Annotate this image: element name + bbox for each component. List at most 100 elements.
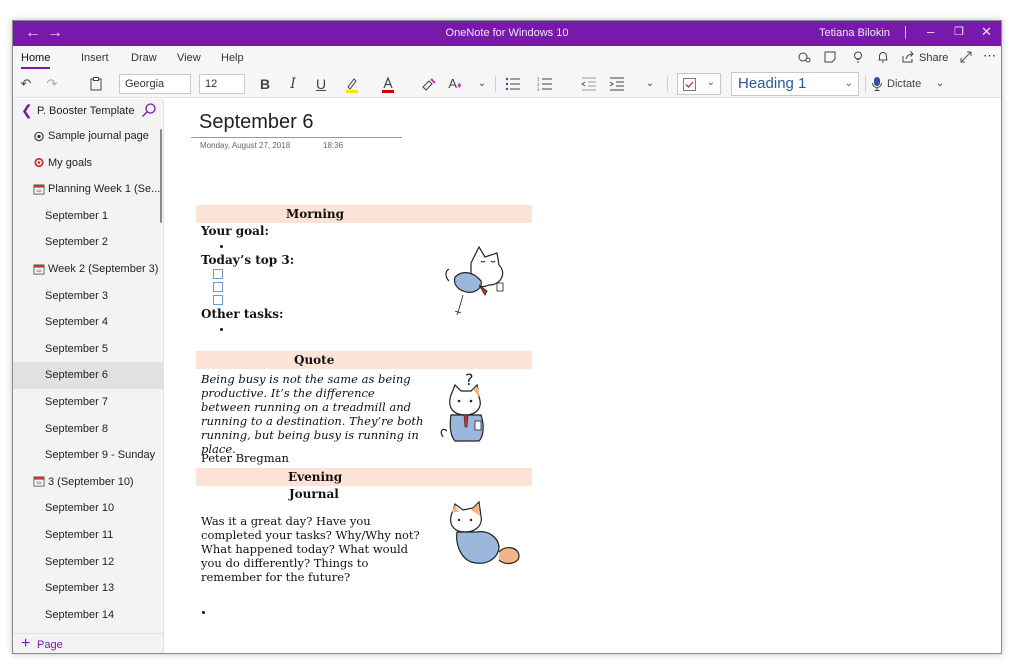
page-list-item[interactable]: September 2: [13, 229, 163, 256]
formatting-toolbar: ↶ ↷ Georgia 12 B I U A♦ ⌄ 123 ⌄ ⌄ Headin…: [13, 70, 1001, 98]
bold-button[interactable]: B: [257, 74, 273, 94]
page-list-item[interactable]: 3 (September 10): [13, 469, 163, 496]
tab-draw[interactable]: Draw: [131, 52, 157, 64]
lightbulb-icon[interactable]: [851, 50, 865, 64]
dictate-button[interactable]: Dictate: [887, 74, 921, 94]
page-list-item-label: September 9 - Sunday: [45, 449, 156, 462]
journal-prompt[interactable]: Was it a great day? Have you completed y…: [201, 514, 431, 584]
morning-header-label: Morning: [286, 207, 345, 221]
font-color-icon[interactable]: [379, 76, 397, 94]
todo-checkbox-1[interactable]: [213, 269, 223, 279]
page-list-item[interactable]: September 5: [13, 336, 163, 363]
page-list-item[interactable]: September 7: [13, 389, 163, 416]
quote-author[interactable]: Peter Bregman: [201, 451, 289, 465]
tab-insert[interactable]: Insert: [81, 52, 109, 64]
page-list-item-label: September 1: [45, 209, 108, 222]
share-button[interactable]: Share: [919, 52, 948, 64]
page-list-item-label: 3 (September 10): [48, 475, 134, 488]
page-list-item[interactable]: September 4: [13, 309, 163, 336]
decrease-indent-icon[interactable]: [581, 77, 597, 91]
quote-text[interactable]: Being busy is not the same as being prod…: [201, 372, 426, 456]
more-formatting-chevron-icon[interactable]: ⌄: [475, 74, 489, 94]
tab-help[interactable]: Help: [221, 52, 244, 64]
notebook-header: ❮ P. Booster Template: [13, 99, 163, 123]
page-list-scrollbar[interactable]: [160, 129, 162, 223]
bell-icon[interactable]: [876, 50, 890, 64]
clipboard-icon[interactable]: [89, 77, 103, 91]
todo-checkbox-3[interactable]: [213, 295, 223, 305]
highlight-icon[interactable]: [343, 76, 361, 94]
restore-icon[interactable]: ❐: [954, 24, 964, 40]
numbered-list-icon[interactable]: 123: [537, 77, 553, 91]
page-list-item[interactable]: My goals: [13, 150, 163, 177]
page-canvas[interactable]: September 6 Monday, August 27, 2018 18:3…: [165, 99, 1001, 653]
back-chevron-icon[interactable]: ❮: [21, 102, 33, 119]
add-page-button[interactable]: + Page: [13, 633, 163, 653]
svg-text:3: 3: [537, 87, 540, 91]
close-icon[interactable]: ✕: [981, 24, 992, 40]
other-tasks-label[interactable]: Other tasks:: [201, 307, 283, 321]
more-paragraph-chevron-icon[interactable]: ⌄: [643, 74, 657, 94]
underline-button[interactable]: U: [313, 74, 329, 94]
page-list-item[interactable]: September 8: [13, 416, 163, 443]
search-icon[interactable]: [141, 102, 157, 118]
undo-icon[interactable]: ↶: [17, 74, 35, 94]
gear-icon: [34, 131, 44, 141]
page-list: Sample journal page My goals Planning Week…: [13, 123, 163, 628]
confused-cat-illustration: ?: [440, 371, 484, 442]
calendar-icon: [33, 476, 45, 487]
share-icon[interactable]: [901, 50, 915, 64]
font-size-field[interactable]: 12: [199, 74, 245, 94]
bullet-list-icon[interactable]: [505, 77, 521, 91]
page-title[interactable]: September 6: [199, 111, 314, 134]
toolbar-divider: [667, 76, 668, 92]
page-list-item[interactable]: Planning Week 1 (Se...: [13, 176, 163, 203]
page-list-item[interactable]: Week 2 (September 3): [13, 256, 163, 283]
notebook-name[interactable]: P. Booster Template: [37, 105, 134, 117]
top-three-label[interactable]: Today’s top 3:: [201, 253, 294, 267]
tab-view[interactable]: View: [177, 52, 201, 64]
page-list-item[interactable]: September 6: [13, 362, 163, 389]
title-bar: ← → OneNote for Windows 10 Tetiana Bilok…: [13, 21, 1001, 46]
title-separator: [905, 26, 906, 39]
page-list-item-label: September 7: [45, 395, 108, 408]
page-list-item[interactable]: September 11: [13, 522, 163, 549]
tag-dropdown[interactable]: ⌄: [677, 73, 721, 95]
style-dropdown[interactable]: Heading 1 ⌄: [731, 72, 859, 96]
format-painter-icon[interactable]: [421, 77, 437, 93]
italic-button[interactable]: I: [285, 74, 301, 94]
user-name[interactable]: Tetiana Bilokin: [819, 27, 890, 39]
dictate-chevron-icon[interactable]: ⌄: [933, 74, 947, 94]
page-list-item[interactable]: September 3: [13, 283, 163, 310]
todo-checkbox-2[interactable]: [213, 282, 223, 292]
microphone-icon[interactable]: [871, 76, 883, 92]
page-list-item[interactable]: September 12: [13, 549, 163, 576]
journal-subheader[interactable]: Journal: [289, 487, 339, 501]
sticky-note-icon[interactable]: [823, 50, 837, 64]
tab-home[interactable]: Home: [21, 52, 51, 69]
page-list-item[interactable]: September 13: [13, 575, 163, 602]
page-list-item-label: My goals: [48, 156, 93, 169]
minimize-icon[interactable]: –: [927, 24, 934, 40]
sync-icon[interactable]: [797, 50, 811, 64]
redo-icon[interactable]: ↷: [43, 74, 61, 94]
page-list-item[interactable]: September 1: [13, 203, 163, 230]
page-list-item[interactable]: September 9 - Sunday: [13, 442, 163, 469]
page-list-item[interactable]: September 10: [13, 495, 163, 522]
checkbox-tag-icon: [683, 78, 696, 91]
expand-icon[interactable]: [959, 50, 973, 64]
page-list-item-label: September 3: [45, 289, 108, 302]
page-list-item-label: September 5: [45, 342, 108, 355]
text-style-icon[interactable]: A♦: [445, 74, 465, 94]
toolbar-divider: [865, 76, 866, 92]
your-goal-label[interactable]: Your goal:: [201, 224, 269, 238]
goal-bullet: [220, 245, 223, 248]
page-time: 18:36: [323, 141, 344, 150]
page-list-item[interactable]: Sample journal page: [13, 123, 163, 150]
add-page-label: Page: [37, 639, 63, 651]
more-options-icon[interactable]: ⋯: [983, 48, 996, 64]
font-name-field[interactable]: Georgia: [119, 74, 191, 94]
page-list-item[interactable]: September 14: [13, 602, 163, 629]
quote-header-label: Quote: [294, 353, 335, 367]
increase-indent-icon[interactable]: [609, 77, 625, 91]
